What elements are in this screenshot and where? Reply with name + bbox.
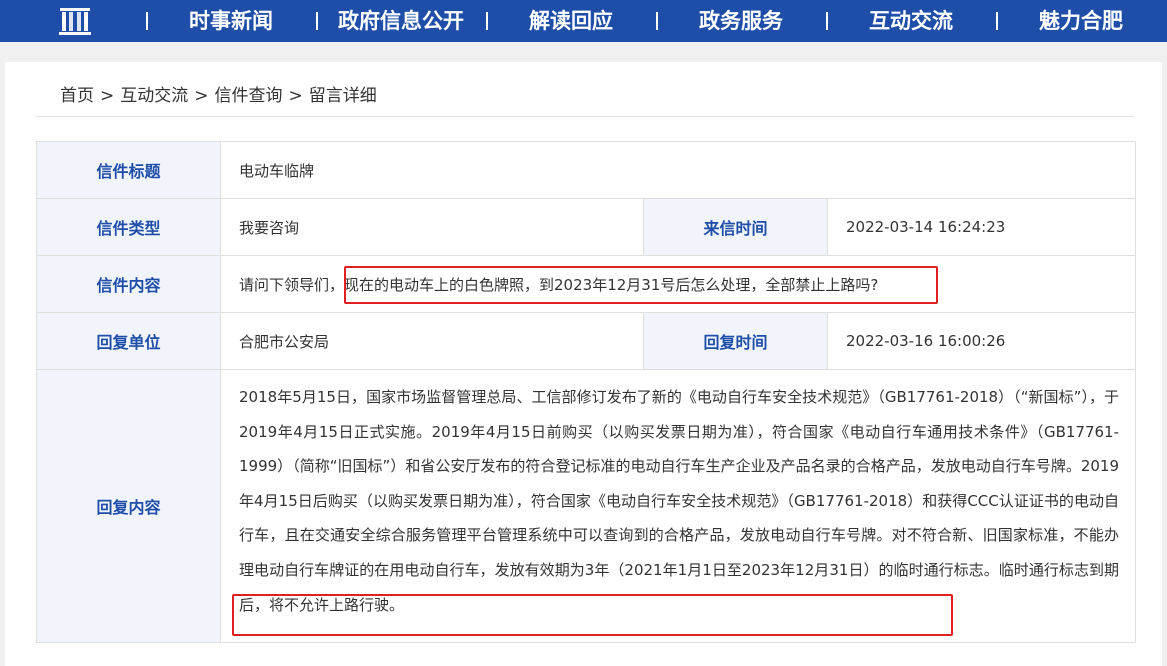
nav-item-interpretation[interactable]: 解读回应 (512, 0, 630, 42)
building-pillars-icon[interactable] (59, 6, 91, 36)
nav-item-news[interactable]: 时事新闻 (172, 0, 290, 42)
letter-content-prefix: 请问下领导们， (239, 275, 345, 294)
nav-item-gov-info[interactable]: 政府信息公开 (326, 0, 476, 42)
sent-time-value: 2022-03-14 16:24:23 (826, 198, 1137, 256)
nav-separator (996, 12, 998, 30)
breadcrumb-separator: > (288, 86, 303, 106)
letter-title-label: 信件标题 (36, 141, 221, 199)
nav-separator (826, 12, 828, 30)
letter-type-label: 信件类型 (36, 198, 221, 256)
letter-content-highlight: 现在的电动车上的白色牌照，到2023年12月31号后怎么处理，全部禁止上路吗? (344, 275, 879, 294)
letter-content-value: 请问下领导们，现在的电动车上的白色牌照，到2023年12月31号后怎么处理，全部… (219, 255, 1137, 313)
reply-time-label: 回复时间 (643, 312, 828, 370)
nav-item-services[interactable]: 政务服务 (682, 0, 800, 42)
top-nav-bar: 时事新闻 政府信息公开 解读回应 政务服务 互动交流 魅力合肥 (0, 0, 1167, 42)
breadcrumb-letter-query[interactable]: 信件查询 (215, 86, 283, 106)
breadcrumb: 首页 > 互动交流 > 信件查询 > 留言详细 (60, 85, 377, 107)
letter-detail-table: 信件标题 电动车临牌 信件类型 我要咨询 来信时间 2022-03-14 16:… (36, 141, 1137, 643)
nav-item-charm-hefei[interactable]: 魅力合肥 (1022, 0, 1140, 42)
letter-type-value: 我要咨询 (220, 198, 644, 256)
breadcrumb-home[interactable]: 首页 (60, 86, 94, 106)
breadcrumb-divider (36, 116, 1134, 117)
breadcrumb-separator: > (100, 86, 115, 106)
nav-separator (146, 12, 148, 30)
sent-time-label: 来信时间 (643, 198, 828, 256)
nav-item-interaction[interactable]: 互动交流 (852, 0, 970, 42)
reply-unit-value: 合肥市公安局 (220, 312, 644, 370)
reply-content-label: 回复内容 (36, 369, 221, 643)
row-content: 信件内容 请问下领导们，现在的电动车上的白色牌照，到2023年12月31号后怎么… (36, 255, 1137, 313)
reply-unit-label: 回复单位 (36, 312, 221, 370)
row-reply-content: 回复内容 2018年5月15日，国家市场监督管理总局、工信部修订发布了新的《电动… (36, 369, 1137, 643)
row-type: 信件类型 我要咨询 来信时间 2022-03-14 16:24:23 (36, 198, 1137, 256)
letter-title-value: 电动车临牌 (219, 141, 1137, 199)
nav-separator (656, 12, 658, 30)
breadcrumb-interaction[interactable]: 互动交流 (120, 86, 188, 106)
breadcrumb-current: 留言详细 (308, 86, 377, 106)
nav-separator (486, 12, 488, 30)
row-title: 信件标题 电动车临牌 (36, 141, 1137, 199)
reply-content-value: 2018年5月15日，国家市场监督管理总局、工信部修订发布了新的《电动自行车安全… (219, 369, 1137, 643)
breadcrumb-separator: > (194, 86, 209, 106)
row-reply-unit: 回复单位 合肥市公安局 回复时间 2022-03-16 16:00:26 (36, 312, 1137, 370)
letter-content-label: 信件内容 (36, 255, 221, 313)
nav-separator (316, 12, 318, 30)
reply-time-value: 2022-03-16 16:00:26 (826, 312, 1137, 370)
